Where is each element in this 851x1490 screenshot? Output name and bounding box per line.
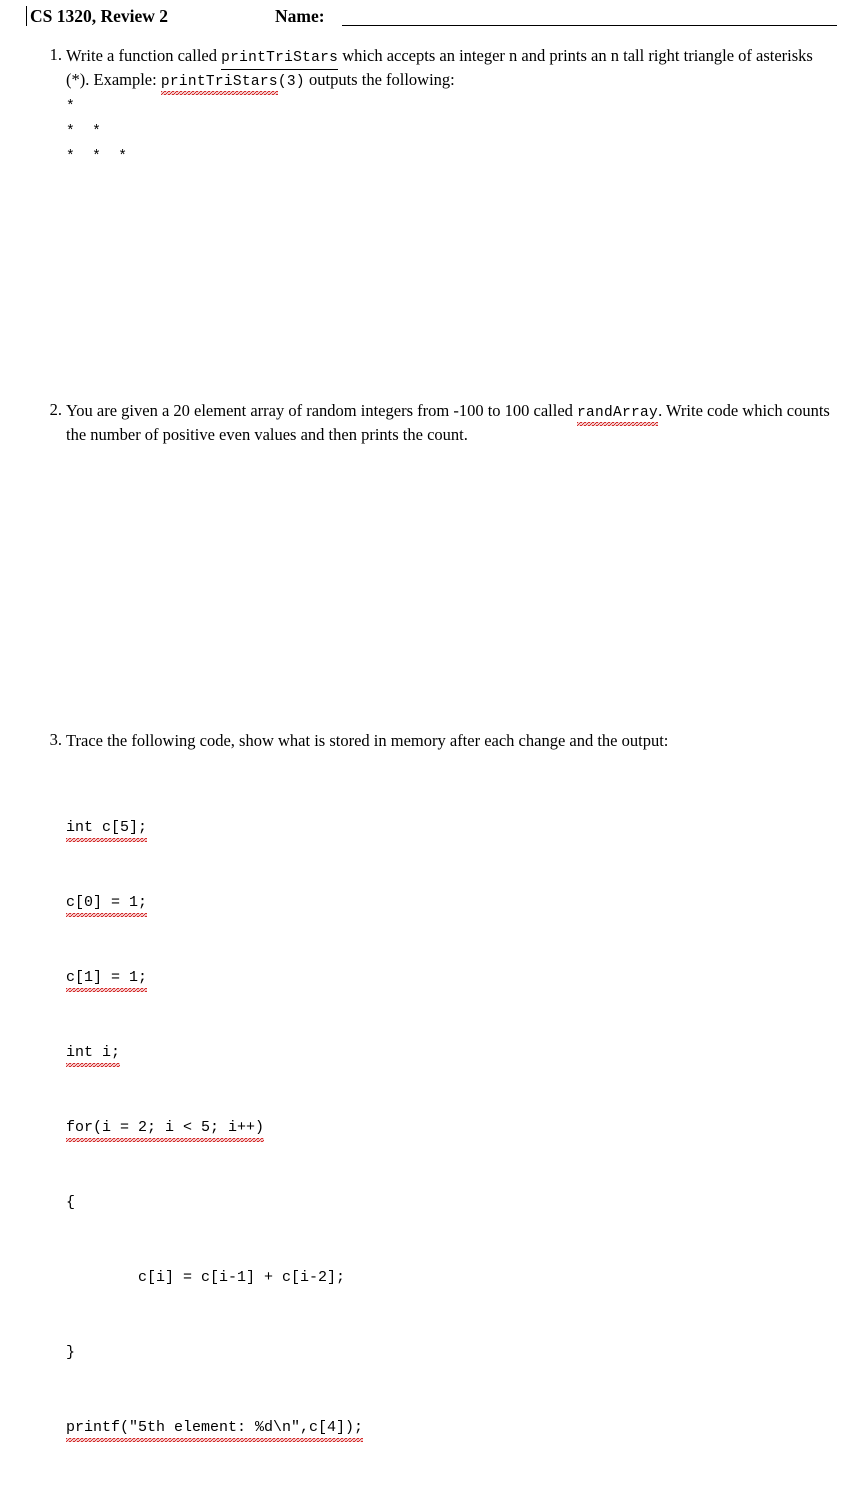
q1-function-arg: (3)	[277, 74, 305, 90]
q1-function-name-1: printTriStars	[221, 48, 339, 70]
name-label: Name:	[275, 6, 325, 26]
code-line-4: int i;	[66, 1040, 831, 1067]
code-line-7: c[i] = c[i-1] + c[i-2];	[66, 1269, 346, 1286]
question-2-number: 2.	[49, 400, 62, 419]
question-1: 1. Write a function called printTriStars…	[36, 45, 831, 168]
question-1-body: Write a function called printTriStars wh…	[66, 45, 831, 168]
page-title: CS 1320, Review 2	[30, 6, 169, 26]
code-line-8: }	[66, 1344, 76, 1361]
q2-array-name: randArray	[577, 403, 659, 426]
question-3-body: Trace the following code, show what is s…	[66, 730, 831, 1490]
name-blank-line	[342, 25, 837, 26]
code-line-9: printf("5th element: %d\n",c[4]);	[66, 1415, 831, 1442]
text-cursor	[26, 6, 27, 26]
document-header: CS 1320, Review 2 Name:	[26, 6, 837, 32]
question-2: 2. You are given a 20 element array of r…	[36, 400, 831, 445]
q1-text-after: outputs the following:	[304, 70, 455, 89]
question-3-number: 3.	[49, 730, 62, 749]
q3-code-block: int c[5]; c[0] = 1; c[1] = 1; int i; for…	[66, 765, 831, 1490]
q1-text-before: Write a function called	[66, 46, 222, 65]
question-1-number: 1.	[49, 45, 62, 64]
code-token-int-decl: int c[5];	[66, 815, 148, 842]
code-line-3: c[1] = 1;	[66, 965, 831, 992]
code-token-int-i: int i;	[66, 1040, 121, 1067]
question-2-body: You are given a 20 element array of rand…	[66, 400, 831, 445]
q1-function-name-2: printTriStars	[160, 72, 278, 95]
code-line-5: for(i = 2; i < 5; i++)	[66, 1115, 831, 1142]
code-line-6: {	[66, 1194, 76, 1211]
code-token-c1-assign: c[1] = 1;	[66, 965, 148, 992]
code-token-printf: printf("5th element: %d\n",c[4]);	[66, 1415, 364, 1442]
question-3: 3. Trace the following code, show what i…	[36, 730, 831, 1490]
q2-text-1: You are given a 20 element array of rand…	[66, 401, 578, 420]
q1-output-line-2: * *	[66, 124, 101, 140]
code-token-c0-assign: c[0] = 1;	[66, 890, 148, 917]
code-line-2: c[0] = 1;	[66, 890, 831, 917]
code-line-1: int c[5];	[66, 815, 831, 842]
code-token-for-loop: for(i = 2; i < 5; i++)	[66, 1115, 265, 1142]
document-page: CS 1320, Review 2 Name: 1. Write a funct…	[0, 0, 851, 1442]
q1-output-line-3: * * *	[66, 149, 127, 165]
q1-output-line-1: *	[66, 99, 75, 115]
q3-prompt: Trace the following code, show what is s…	[66, 731, 669, 750]
